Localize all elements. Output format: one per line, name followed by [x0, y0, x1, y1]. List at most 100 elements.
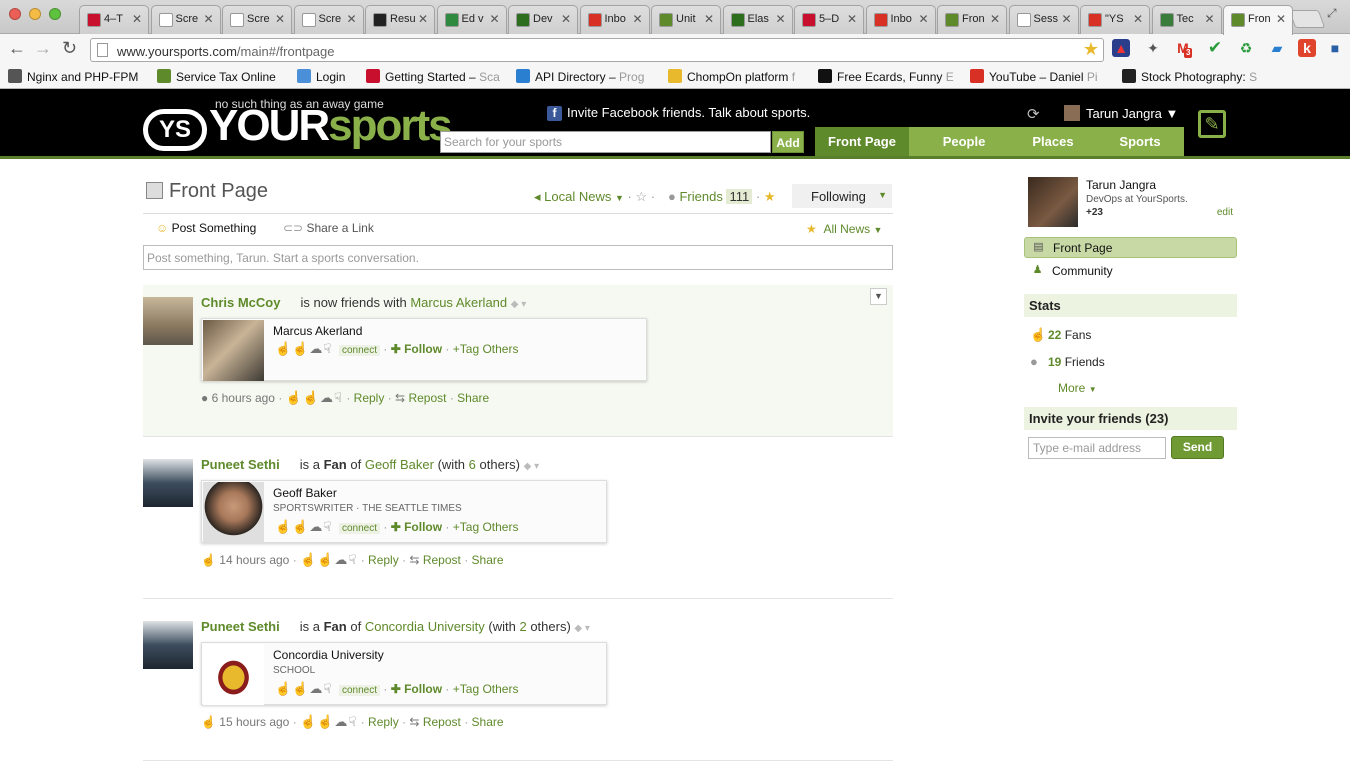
rating-thumbs-icon[interactable]: ☝☝☁☟	[275, 681, 332, 696]
browser-tab[interactable]: Scre ✕	[222, 5, 292, 34]
fullscreen-icon[interactable]: ⤢	[1327, 6, 1337, 21]
entity-image[interactable]	[203, 320, 264, 381]
klout-icon[interactable]: k	[1298, 39, 1316, 57]
close-tab-icon[interactable]: ✕	[1204, 12, 1214, 26]
add-button[interactable]: Add	[772, 131, 804, 153]
nav-sports[interactable]: Sports	[1097, 127, 1183, 156]
browser-tab[interactable]: Fron ✕	[1223, 5, 1293, 35]
close-tab-icon[interactable]: ✕	[132, 12, 142, 26]
entity-name[interactable]: Concordia University	[273, 648, 384, 662]
object-link[interactable]: Marcus Akerland	[410, 295, 507, 310]
sidebar-item-community[interactable]: ♟ Community	[1024, 261, 1237, 282]
bookmark-item[interactable]: Stock Photography: S	[1122, 69, 1257, 84]
yoursports-logo[interactable]: no such thing as an away game YS YOURspo…	[143, 97, 453, 153]
close-tab-icon[interactable]: ✕	[203, 12, 213, 26]
browser-tab[interactable]: Fron ✕	[937, 5, 1007, 34]
entity-name[interactable]: Geoff Baker	[273, 486, 337, 500]
user-menu[interactable]: Tarun Jangra ▼	[1064, 105, 1178, 121]
bookmark-item[interactable]: API Directory – Prog	[516, 69, 644, 84]
gmail-icon[interactable]: M3	[1174, 39, 1193, 58]
close-tab-icon[interactable]: ✕	[275, 12, 285, 26]
bookmark-item[interactable]: Nginx and PHP-FPM	[8, 69, 138, 84]
browser-tab[interactable]: Elas ✕	[722, 5, 793, 34]
follow-button[interactable]: ✚ Follow	[391, 520, 442, 534]
close-tab-icon[interactable]: ✕	[775, 12, 785, 26]
reply-button[interactable]: Reply	[354, 391, 385, 405]
tag-icon[interactable]: ◆ ▾	[574, 623, 590, 634]
connect-button[interactable]: connect	[338, 523, 380, 534]
more-stats-link[interactable]: More ▼	[1058, 381, 1097, 395]
tag-others-button[interactable]: +Tag Others	[453, 682, 519, 696]
item-options-dropdown[interactable]: ▼	[870, 288, 887, 305]
share-link-tab[interactable]: ⊂⊃ Share a Link	[283, 221, 374, 235]
back-button[interactable]: ←	[8, 38, 26, 59]
follow-button[interactable]: ✚ Follow	[391, 342, 442, 356]
browser-tab[interactable]: 4–T ✕	[79, 5, 149, 34]
object-link[interactable]: Geoff Baker	[365, 457, 434, 472]
minimize-window-button[interactable]	[29, 8, 41, 20]
tag-others-button[interactable]: +Tag Others	[453, 520, 519, 534]
extension-blue-icon[interactable]: ▰	[1268, 39, 1286, 57]
bookmark-item[interactable]: Free Ecards, Funny E	[818, 69, 954, 84]
extension-green-icon[interactable]: ♻	[1237, 39, 1255, 57]
close-tab-icon[interactable]: ✕	[561, 12, 571, 26]
repost-button[interactable]: Repost	[408, 391, 446, 405]
rating-thumbs-icon[interactable]: ☝☝☁☟	[286, 390, 343, 405]
profile-name[interactable]: Tarun Jangra	[1086, 178, 1156, 192]
entity-name[interactable]: Marcus Akerland	[273, 324, 362, 338]
browser-tab[interactable]: Unit ✕	[651, 5, 721, 34]
camera-icon[interactable]: ■	[1326, 39, 1344, 57]
browser-tab[interactable]: Scre ✕	[293, 5, 364, 34]
rating-thumbs-icon[interactable]: ☝☝☁☟	[300, 714, 357, 729]
sidebar-item-front-page[interactable]: ▤ Front Page	[1024, 237, 1237, 258]
object-link[interactable]: Concordia University	[365, 619, 485, 634]
browser-tab[interactable]: Inbo ✕	[865, 5, 936, 34]
browser-tab[interactable]: Dev ✕	[508, 5, 578, 34]
rating-thumbs-icon[interactable]: ☝☝☁☟	[300, 552, 357, 567]
connect-button[interactable]: connect	[338, 685, 380, 696]
actor-avatar[interactable]	[143, 297, 193, 345]
friends-stat[interactable]: ● 19 Friends	[1030, 354, 1105, 369]
entity-image[interactable]	[203, 644, 264, 705]
zoom-window-button[interactable]	[49, 8, 61, 20]
share-button[interactable]: Share	[457, 391, 489, 405]
browser-tab[interactable]: Tec ✕	[1151, 5, 1222, 34]
browser-tab[interactable]: Sess ✕	[1008, 5, 1079, 34]
extension-tool-icon[interactable]: ✦	[1144, 39, 1162, 57]
edit-profile-link[interactable]: edit	[1217, 207, 1233, 218]
bookmark-item[interactable]: Getting Started – Sca	[366, 69, 500, 84]
browser-tab[interactable]: Inbo ✕	[579, 5, 650, 34]
reply-button[interactable]: Reply	[368, 715, 399, 729]
bookmark-item[interactable]: Login	[297, 69, 345, 84]
close-tab-icon[interactable]: ✕	[418, 12, 428, 26]
tag-others-button[interactable]: +Tag Others	[453, 342, 519, 356]
close-tab-icon[interactable]: ✕	[1276, 12, 1286, 26]
invite-email-input[interactable]: Type e-mail address	[1028, 437, 1166, 459]
tag-icon[interactable]: ◆ ▾	[511, 299, 527, 310]
local-news-filter[interactable]: ◂ Local News ▼ · ☆ ·	[534, 189, 655, 205]
entity-image[interactable]	[203, 482, 264, 543]
connect-button[interactable]: connect	[338, 345, 380, 356]
close-tab-icon[interactable]: ✕	[1061, 12, 1071, 26]
check-icon[interactable]: ✔	[1206, 39, 1224, 57]
reply-button[interactable]: Reply	[368, 553, 399, 567]
nav-front-page[interactable]: Front Page	[815, 127, 909, 156]
bookmark-star-icon[interactable]: ★	[1083, 39, 1099, 60]
close-tab-icon[interactable]: ✕	[1133, 12, 1143, 26]
all-news-filter[interactable]: ★ All News ▼	[806, 222, 882, 236]
facebook-invite-link[interactable]: f Invite Facebook friends. Talk about spo…	[547, 105, 810, 121]
address-bar[interactable]: www.yoursports.com/main#/frontpage ★	[90, 38, 1104, 62]
close-tab-icon[interactable]: ✕	[346, 12, 356, 26]
actor-avatar[interactable]	[143, 621, 193, 669]
nav-people[interactable]: People	[919, 127, 1009, 156]
browser-tab[interactable]: 5–D ✕	[794, 5, 864, 34]
actor-link[interactable]: Chris McCoy	[201, 295, 280, 310]
close-tab-icon[interactable]: ✕	[990, 12, 1000, 26]
new-tab-button[interactable]	[1288, 10, 1326, 28]
browser-tab[interactable]: Scre ✕	[150, 5, 221, 34]
close-tab-icon[interactable]: ✕	[918, 12, 928, 26]
bookmark-item[interactable]: ChompOn platform f	[668, 69, 795, 84]
post-input[interactable]: Post something, Tarun. Start a sports co…	[143, 245, 893, 270]
extension-icon[interactable]: ▲	[1112, 39, 1130, 57]
sports-search-input[interactable]: Search for your sports	[440, 131, 771, 153]
